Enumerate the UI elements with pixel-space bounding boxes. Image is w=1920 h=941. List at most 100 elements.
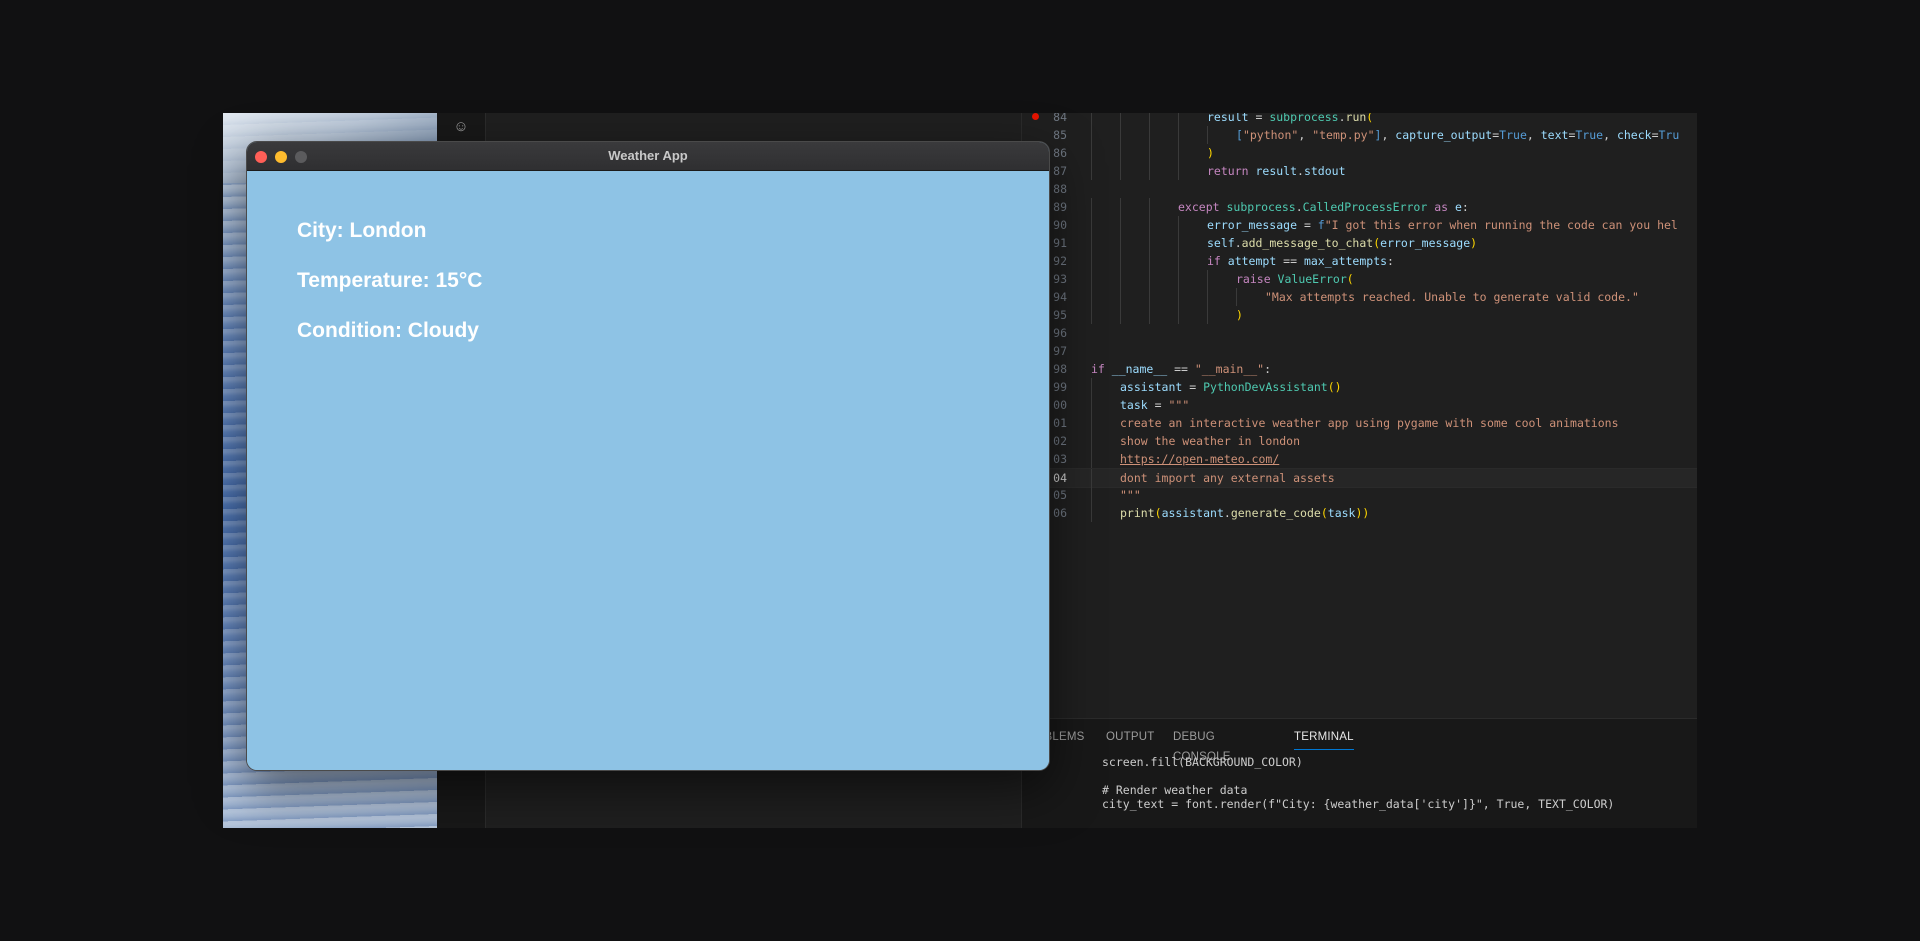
code-line[interactable]: 98 if __name__ == "__main__": bbox=[1022, 360, 1697, 378]
code-line[interactable]: 04 dont import any external assets bbox=[1022, 468, 1697, 488]
indent-guide bbox=[1091, 234, 1092, 252]
indent-guide bbox=[1091, 432, 1092, 450]
indent-guide bbox=[1091, 396, 1092, 414]
code-line[interactable]: 86) bbox=[1022, 144, 1697, 162]
tab-terminal[interactable]: TERMINAL bbox=[1294, 727, 1354, 750]
code-line[interactable]: 05 """ bbox=[1022, 486, 1697, 504]
code-text: return result.stdout bbox=[1207, 164, 1346, 178]
code-text: ) bbox=[1207, 146, 1214, 160]
indent-guide bbox=[1149, 144, 1150, 162]
indent-guide bbox=[1178, 252, 1179, 270]
code-line[interactable]: 87 return result.stdout bbox=[1022, 162, 1697, 180]
indent-guide bbox=[1207, 126, 1208, 144]
indent-guide bbox=[1120, 252, 1121, 270]
indent-guide bbox=[1120, 234, 1121, 252]
code-line[interactable]: 01 create an interactive weather app usin… bbox=[1022, 414, 1697, 432]
indent-guide bbox=[1120, 270, 1121, 288]
code-text: "Max attempts reached. Unable to generat… bbox=[1265, 290, 1639, 304]
indent-guide bbox=[1120, 198, 1121, 216]
indent-guide bbox=[1178, 216, 1179, 234]
code-line[interactable]: 89 except subprocess.CalledProcessError a… bbox=[1022, 198, 1697, 216]
code-text: self.add_message_to_chat(error_message) bbox=[1207, 236, 1478, 250]
indent-guide bbox=[1091, 198, 1092, 216]
code-line[interactable]: 03 https://open-meteo.com/ bbox=[1022, 450, 1697, 468]
code-text: create an interactive weather app using … bbox=[1120, 416, 1619, 430]
code-line[interactable]: 96 bbox=[1022, 324, 1697, 342]
indent-guide bbox=[1091, 126, 1092, 144]
code-text: error_message = f"I got this error when … bbox=[1207, 218, 1678, 232]
temperature-label: Temperature: 15°C bbox=[297, 269, 483, 292]
code-text: ) bbox=[1236, 308, 1243, 322]
weather-app-window: Weather App City: London Temperature: 15… bbox=[247, 142, 1049, 770]
code-line[interactable]: 95) bbox=[1022, 306, 1697, 324]
indent-guide bbox=[1149, 288, 1150, 306]
code-line[interactable]: 99 assistant = PythonDevAssistant() bbox=[1022, 378, 1697, 396]
line-number: 84 bbox=[1053, 113, 1067, 124]
code-line[interactable]: 92 if attempt == max_attempts: bbox=[1022, 252, 1697, 270]
indent-guide bbox=[1091, 288, 1092, 306]
copilot-icon[interactable]: ☺ bbox=[451, 117, 471, 137]
indent-guide bbox=[1207, 306, 1208, 324]
code-text: print(assistant.generate_code(task)) bbox=[1120, 506, 1370, 520]
indent-guide bbox=[1149, 113, 1150, 126]
code-line[interactable]: 93 raise ValueError( bbox=[1022, 270, 1697, 288]
indent-guide bbox=[1120, 144, 1121, 162]
indent-guide bbox=[1091, 504, 1092, 522]
code-text: result = subprocess.run( bbox=[1207, 113, 1374, 124]
indent-guide bbox=[1149, 126, 1150, 144]
code-text: assistant = PythonDevAssistant() bbox=[1120, 380, 1342, 394]
bottom-panel: PROBLEMS OUTPUT DEBUG CONSOLE TERMINAL s… bbox=[1019, 718, 1697, 828]
tab-debug-console[interactable]: DEBUG CONSOLE bbox=[1173, 727, 1231, 763]
indent-guide bbox=[1120, 288, 1121, 306]
indent-guide bbox=[1149, 270, 1150, 288]
code-text: dont import any external assets bbox=[1120, 471, 1335, 485]
window-titlebar[interactable]: Weather App bbox=[247, 142, 1049, 171]
indent-guide bbox=[1091, 378, 1092, 396]
indent-guide bbox=[1149, 306, 1150, 324]
window-title: Weather App bbox=[608, 148, 688, 163]
indent-guide bbox=[1149, 234, 1150, 252]
code-editor[interactable]: 84 result = subprocess.run( 85 ["python", "… bbox=[1022, 113, 1697, 718]
code-line[interactable]: 00 task = """ bbox=[1022, 396, 1697, 414]
indent-guide bbox=[1207, 270, 1208, 288]
terminal-line: screen.fill(BACKGROUND_COLOR) bbox=[1102, 755, 1303, 769]
code-line[interactable]: 06 print(assistant.generate_code(task)) bbox=[1022, 504, 1697, 522]
code-line[interactable]: 91 self.add_message_to_chat(error_message… bbox=[1022, 234, 1697, 252]
code-line[interactable]: 85 ["python", "temp.py"], capture_output=… bbox=[1022, 126, 1697, 144]
code-text: https://open-meteo.com/ bbox=[1120, 452, 1280, 466]
code-line[interactable]: 02 show the weather in london bbox=[1022, 432, 1697, 450]
indent-guide bbox=[1178, 126, 1179, 144]
indent-guide bbox=[1178, 162, 1179, 180]
code-line[interactable]: 84 result = subprocess.run( bbox=[1022, 113, 1697, 126]
indent-guide bbox=[1178, 288, 1179, 306]
code-line[interactable]: 97 bbox=[1022, 342, 1697, 360]
indent-guide bbox=[1091, 252, 1092, 270]
condition-label: Condition: Cloudy bbox=[297, 319, 479, 342]
indent-guide bbox=[1120, 113, 1121, 126]
indent-guide bbox=[1236, 288, 1237, 306]
indent-guide bbox=[1149, 216, 1150, 234]
code-line[interactable]: 90 error_message = f"I got this error whe… bbox=[1022, 216, 1697, 234]
indent-guide bbox=[1149, 252, 1150, 270]
indent-guide bbox=[1091, 469, 1092, 487]
code-text: show the weather in london bbox=[1120, 434, 1301, 448]
code-text: except subprocess.CalledProcessError as … bbox=[1178, 200, 1469, 214]
tab-output[interactable]: OUTPUT bbox=[1106, 727, 1154, 749]
indent-guide bbox=[1091, 450, 1092, 468]
code-text: ["python", "temp.py"], capture_output=Tr… bbox=[1236, 128, 1680, 142]
indent-guide bbox=[1091, 162, 1092, 180]
indent-guide bbox=[1178, 306, 1179, 324]
indent-guide bbox=[1178, 270, 1179, 288]
indent-guide bbox=[1091, 113, 1092, 126]
indent-guide bbox=[1091, 306, 1092, 324]
code-line[interactable]: 88 bbox=[1022, 180, 1697, 198]
indent-guide bbox=[1178, 113, 1179, 126]
code-text: if attempt == max_attempts: bbox=[1207, 254, 1394, 268]
code-text: task = """ bbox=[1120, 398, 1190, 412]
indent-guide bbox=[1149, 198, 1150, 216]
code-line[interactable]: 94 "Max attempts reached. Unable to gener… bbox=[1022, 288, 1697, 306]
code-text: raise ValueError( bbox=[1236, 272, 1354, 286]
indent-guide bbox=[1207, 288, 1208, 306]
indent-guide bbox=[1091, 414, 1092, 432]
indent-guide bbox=[1120, 306, 1121, 324]
